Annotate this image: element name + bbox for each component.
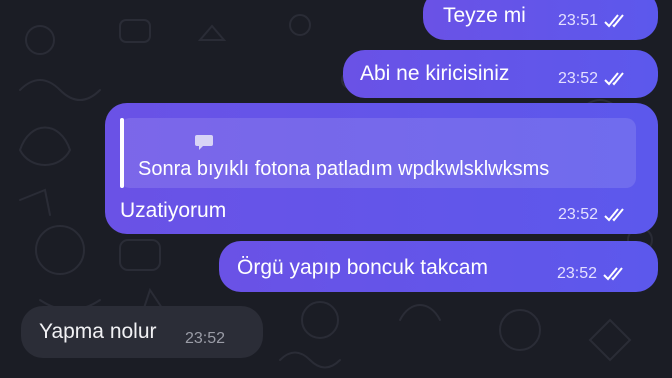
message-text: Yapma nolur [39,320,157,343]
message-text: Uzatiyorum [120,199,227,222]
double-check-icon [603,71,629,87]
reply-accent-bar [120,118,124,188]
message-bubble-outgoing[interactable]: Teyze mi 23:51 [423,0,658,40]
double-check-icon [603,13,629,29]
message-text: Abi ne kiricisiniz [360,62,510,85]
message-time: 23:52 [557,265,598,282]
message-text: Teyze mi [443,4,526,27]
message-meta: 23:52 [557,265,628,283]
message-meta: 23:52 [558,206,629,224]
message-time: 23:52 [185,330,226,347]
message-meta: 23:52 [185,330,225,348]
message-text: Örgü yapıp boncuk takcam [237,256,488,279]
message-time: 23:52 [558,206,599,223]
message-bubble-outgoing[interactable]: Sonra bıyıklı fotona patladım wpdkwlsklw… [105,103,658,234]
message-meta: 23:52 [558,70,629,88]
message-time: 23:52 [558,70,599,87]
message-bubble-outgoing[interactable]: Abi ne kiricisiniz 23:52 [343,50,658,98]
double-check-icon [602,266,628,282]
reply-quote[interactable]: Sonra bıyıklı fotona patladım wpdkwlsklw… [120,118,636,188]
message-meta: 23:51 [558,12,629,30]
reply-quoted-text: Sonra bıyıklı fotona patladım wpdkwlsklw… [138,158,550,180]
double-check-icon [603,207,629,223]
message-icon [194,134,214,155]
message-bubble-outgoing[interactable]: Örgü yapıp boncuk takcam 23:52 [219,241,658,292]
message-time: 23:51 [558,12,599,29]
message-bubble-incoming[interactable]: Yapma nolur 23:52 [21,306,263,358]
